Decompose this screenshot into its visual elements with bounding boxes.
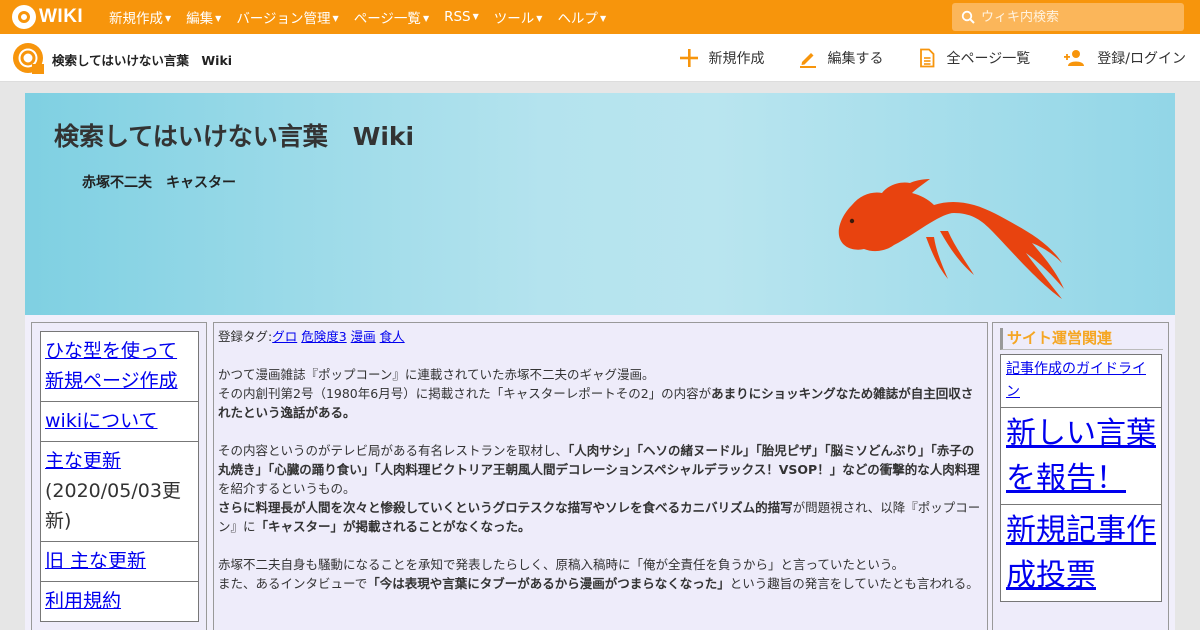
menu-rss-label: RSS	[444, 9, 471, 25]
menu-new[interactable]: 新規作成 ▼	[109, 7, 171, 27]
search-icon	[961, 10, 975, 24]
paragraph-2: その内容というのがテレビ局がある有名レストランを取材し、「人肉サシ」「ヘソの緒ヌ…	[218, 441, 983, 498]
paragraph-1-line-1: かつて漫画雑誌『ポップコーン』に連載されていた赤塚不二夫のギャグ漫画。	[218, 367, 655, 382]
login-label: 登録/ログイン	[1097, 51, 1186, 67]
site-name[interactable]: 検索してはいけない言葉 Wiki	[52, 50, 232, 69]
banner-title[interactable]: 検索してはいけない言葉 Wiki	[54, 117, 414, 153]
list-item: ひな型を使って新規ページ作成	[40, 331, 199, 402]
list-item: 主な更新 (2020/05/03更新)	[40, 441, 199, 542]
content-area: ひな型を使って新規ページ作成 wikiについて 主な更新 (2020/05/03更…	[25, 315, 1175, 630]
menu-edit-label: 編集	[186, 11, 214, 27]
menu-version[interactable]: バージョン管理 ▼	[236, 7, 338, 27]
link-old-updates[interactable]: 旧 主な更新	[45, 550, 146, 572]
edit-label: 編集する	[827, 51, 884, 67]
tag-link[interactable]: グロ	[272, 329, 297, 344]
bold-text: 「今は表現や言葉にタブーがあるから漫画がつまらなくなった」	[367, 576, 730, 591]
page-title: 赤塚不二夫 キャスター	[82, 175, 236, 191]
login-button[interactable]: 登録/ログイン	[1063, 48, 1186, 68]
goldfish-illustration	[838, 179, 1064, 299]
at-logo-icon	[12, 5, 36, 29]
header-actions: 新規作成 編集する 全ページ一覧 登録/ログイン	[646, 34, 1186, 82]
tag-link[interactable]: 漫画	[351, 329, 376, 344]
pencil-icon	[799, 53, 816, 68]
link-main-updates[interactable]: 主な更新	[45, 450, 121, 472]
menu-rss[interactable]: RSS ▼	[444, 9, 479, 25]
text-span: また、あるインタビューで	[218, 576, 368, 591]
menu-tools-label: ツール	[493, 11, 535, 27]
site-logo-icon[interactable]	[12, 42, 44, 74]
menu-tools[interactable]: ツール ▼	[494, 7, 543, 27]
new-page-label: 新規作成	[708, 51, 765, 67]
link-guideline[interactable]: 記事作成のガイドライン	[1006, 361, 1146, 400]
edit-button[interactable]: 編集する	[798, 48, 884, 68]
right-sidebar: サイト運営関連 記事作成のガイドライン 新しい言葉を報告！ 新規記事作成投票	[992, 322, 1169, 630]
link-terms[interactable]: 利用規約	[45, 590, 121, 612]
bold-text: 「キャスター」が掲載されることがなくなった。	[255, 519, 531, 534]
caret-down-icon: ▼	[215, 14, 222, 23]
top-menu: 新規作成 ▼ 編集 ▼ バージョン管理 ▼ ページ一覧 ▼ RSS ▼ ツール ▼ ヘルプ ▼	[109, 0, 621, 34]
link-about-wiki[interactable]: wikiについて	[45, 410, 158, 432]
search-box[interactable]	[952, 3, 1184, 31]
caret-down-icon: ▼	[536, 14, 543, 23]
top-navbar: WIKI 新規作成 ▼ 編集 ▼ バージョン管理 ▼ ページ一覧 ▼ RSS ▼ ツール ▼…	[0, 0, 1200, 34]
caret-down-icon: ▼	[472, 12, 479, 21]
all-pages-label: 全ページ一覧	[946, 51, 1031, 67]
bold-text: さらに料理長が人間を次々と惨殺していくというグロテスクな描写やソレを食べるカニバ…	[218, 500, 793, 515]
list-item: 新規記事作成投票	[1000, 504, 1162, 602]
new-page-button[interactable]: 新規作成	[679, 48, 765, 68]
tag-link[interactable]: 危険度3	[301, 329, 346, 344]
all-pages-button[interactable]: 全ページ一覧	[917, 48, 1031, 68]
logo-text: WIKI	[39, 6, 84, 27]
text-span: を紹介するというもの。	[218, 481, 356, 496]
update-date-note: (2020/05/03更新)	[45, 480, 181, 532]
menu-edit[interactable]: 編集 ▼	[186, 7, 221, 27]
menu-help-label: ヘルプ	[557, 11, 598, 27]
left-sidebar: ひな型を使って新規ページ作成 wikiについて 主な更新 (2020/05/03更…	[31, 322, 207, 630]
text-span: その内創刊第2号（1980年6月号）に掲載された「キャスターレポートその2」の内…	[218, 386, 712, 401]
document-icon	[919, 48, 934, 68]
list-item: 記事作成のガイドライン	[1000, 354, 1162, 408]
header-banner: 検索してはいけない言葉 Wiki 赤塚不二夫 キャスター	[25, 93, 1175, 315]
tag-link[interactable]: 食人	[380, 329, 405, 344]
paragraph-4-line-2: また、あるインタビューで「今は表現や言葉にタブーがあるから漫画がつまらなくなった…	[218, 574, 983, 593]
site-header-bar: 検索してはいけない言葉 Wiki 新規作成 編集する 全ページ一覧 登録/ログイ…	[0, 34, 1200, 82]
caret-down-icon: ▼	[332, 14, 339, 23]
tags-label: 登録タグ:	[218, 329, 273, 344]
wiki-logo[interactable]: WIKI	[12, 5, 90, 29]
tag-line: 登録タグ:グロ 危険度3 漫画 食人	[218, 327, 983, 346]
right-menu-table: 記事作成のガイドライン 新しい言葉を報告！ 新規記事作成投票	[1000, 354, 1162, 602]
paragraph-1-line-2: その内創刊第2号（1980年6月号）に掲載された「キャスターレポートその2」の内…	[218, 384, 983, 422]
plus-icon	[679, 49, 698, 67]
menu-pages[interactable]: ページ一覧 ▼	[354, 7, 429, 27]
left-menu-table: ひな型を使って新規ページ作成 wikiについて 主な更新 (2020/05/03更…	[40, 331, 199, 622]
menu-new-label: 新規作成	[109, 11, 163, 27]
paragraph-3: さらに料理長が人間を次々と惨殺していくというグロテスクな描写やソレを食べるカニバ…	[218, 498, 983, 536]
link-new-article-vote[interactable]: 新規記事作成投票	[1006, 513, 1156, 593]
list-item: 利用規約	[40, 581, 199, 622]
menu-version-label: バージョン管理	[236, 11, 331, 27]
caret-down-icon: ▼	[165, 14, 172, 23]
list-item: 新しい言葉を報告！	[1000, 407, 1162, 505]
site-admin-heading: サイト運営関連	[1000, 328, 1163, 350]
add-user-icon	[1064, 50, 1085, 66]
text-span: その内容というのがテレビ局がある有名レストランを取材し、	[218, 443, 569, 458]
list-item: 旧 主な更新	[40, 541, 199, 582]
main-content: 登録タグ:グロ 危険度3 漫画 食人 かつて漫画雑誌『ポップコーン』に連載されて…	[213, 322, 988, 630]
menu-help[interactable]: ヘルプ ▼	[557, 7, 606, 27]
search-input[interactable]	[981, 9, 1171, 25]
list-item: wikiについて	[40, 401, 199, 442]
paragraph-4-line-1: 赤塚不二夫自身も騒動になることを承知で発表したらしく、原稿入稿時に「俺が全責任を…	[218, 557, 905, 572]
text-span: という趣旨の発言をしていたとも言われる。	[729, 576, 979, 591]
link-template-new-page[interactable]: ひな型を使って新規ページ作成	[45, 340, 178, 392]
caret-down-icon: ▼	[599, 14, 607, 23]
menu-pages-label: ページ一覧	[353, 11, 421, 27]
caret-down-icon: ▼	[422, 14, 430, 23]
link-report-new-word[interactable]: 新しい言葉を報告！	[1006, 416, 1156, 496]
